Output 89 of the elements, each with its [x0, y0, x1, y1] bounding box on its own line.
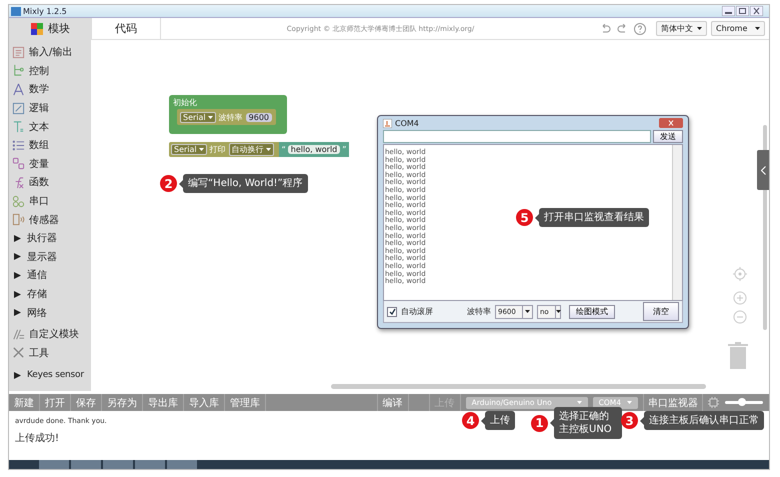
slider-thumb[interactable] [738, 398, 746, 406]
step-number-badge: 1 [531, 414, 548, 432]
category-item[interactable]: 文本 [9, 117, 91, 136]
step-number-badge: 3 [621, 412, 638, 429]
category-item[interactable]: 数学 [9, 80, 91, 99]
flowchart-icon [12, 64, 25, 78]
sensor-icon [12, 213, 25, 226]
flyout-toggle[interactable] [757, 150, 769, 190]
triangle-icon [14, 372, 21, 379]
category-item[interactable]: 逻辑 [9, 98, 91, 118]
monitor-title: COM4 [395, 118, 419, 128]
trash-icon[interactable] [728, 342, 748, 369]
list-icon [12, 138, 25, 152]
compass-icon [12, 82, 25, 96]
text-field[interactable]: hello, world [288, 145, 340, 154]
checkbox-icon [12, 102, 25, 115]
category-item[interactable]: 存储 [9, 284, 91, 304]
caret-icon [576, 401, 582, 404]
caret-icon [697, 27, 702, 30]
triangle-icon [14, 290, 21, 298]
category-item[interactable]: 自定义模块 [9, 324, 91, 344]
send-input[interactable] [383, 130, 651, 143]
category-item[interactable]: 传感器 [9, 210, 91, 229]
category-item[interactable]: 显示器 [9, 248, 91, 266]
minimize-icon[interactable] [722, 6, 735, 16]
io-icon [12, 46, 25, 59]
language-select[interactable]: 简体中文 [656, 21, 707, 36]
category-item[interactable]: 控制 [9, 62, 91, 80]
category-item[interactable]: Keyes sensor [9, 366, 91, 385]
undo-icon[interactable] [600, 24, 611, 34]
category-item[interactable]: 输入/输出 [9, 43, 91, 62]
variable-icon [12, 157, 25, 170]
block-label: 打印 [210, 144, 226, 155]
block-label: 初始化 [172, 97, 198, 109]
checkbox-label: 自动滚屏 [401, 306, 433, 317]
clear-button[interactable]: 清空 [643, 302, 679, 321]
code-tab[interactable]: 代码 [91, 18, 161, 39]
blocks-header: 模块 [48, 21, 70, 36]
baud-label: 波特率 [467, 306, 491, 317]
zoom-in-icon[interactable] [733, 291, 747, 305]
triangle-icon [14, 272, 21, 279]
chip-icon[interactable] [708, 397, 719, 408]
recenter-icon[interactable] [733, 267, 747, 281]
category-item[interactable]: 变量 [9, 154, 91, 174]
block-label: 波特率 [218, 112, 243, 122]
category-item[interactable]: 通信 [9, 266, 91, 285]
baud-field[interactable]: 9600 [246, 112, 272, 122]
window-title: Mixly 1.2.5 [23, 6, 67, 16]
step-number-badge: 2 [160, 175, 177, 192]
serial-icon [12, 194, 25, 208]
step-number-badge: 4 [462, 412, 479, 429]
category-item[interactable]: 函数 [9, 173, 91, 192]
send-button[interactable]: 发送 [653, 130, 683, 143]
puzzle-icon [30, 22, 44, 36]
triangle-icon [14, 234, 21, 242]
category-item[interactable]: 执行器 [9, 228, 91, 248]
close-icon[interactable] [750, 6, 763, 16]
serial-dropdown[interactable]: Serial [180, 112, 216, 122]
caret-icon [556, 310, 561, 313]
maximize-icon[interactable] [736, 6, 749, 16]
chevron-left-icon [760, 166, 766, 174]
serial-dropdown[interactable]: Serial [171, 144, 207, 155]
zoom-slider[interactable] [725, 401, 763, 404]
triangle-icon [14, 253, 21, 260]
checkbox[interactable] [387, 306, 397, 316]
category-item[interactable]: 工具 [9, 344, 91, 362]
text-icon [12, 120, 25, 134]
category-item[interactable]: 数组 [9, 136, 91, 155]
caret-icon [266, 148, 271, 151]
help-icon[interactable] [634, 22, 646, 34]
quote-mark: “ [282, 145, 286, 154]
newline-dropdown[interactable]: 自动换行 [228, 143, 274, 156]
category-item[interactable]: 串口 [9, 192, 91, 210]
category-item[interactable]: 网络 [9, 303, 91, 322]
caret-icon [525, 310, 530, 313]
quote-mark: ” [342, 145, 346, 154]
app-icon [11, 6, 21, 16]
browser-select[interactable]: Chrome [711, 21, 765, 36]
close-icon[interactable] [659, 118, 683, 128]
caret-icon [198, 148, 204, 151]
console-line: 上传成功! [15, 432, 60, 445]
caret-icon [627, 401, 632, 404]
plot-mode-button[interactable]: 绘图模式 [569, 304, 615, 318]
caret-icon [755, 27, 760, 30]
zoom-out-icon[interactable] [733, 310, 747, 324]
triangle-icon [14, 309, 21, 316]
caret-icon [208, 116, 213, 118]
redo-icon[interactable] [617, 24, 628, 34]
tools-icon [12, 346, 25, 360]
